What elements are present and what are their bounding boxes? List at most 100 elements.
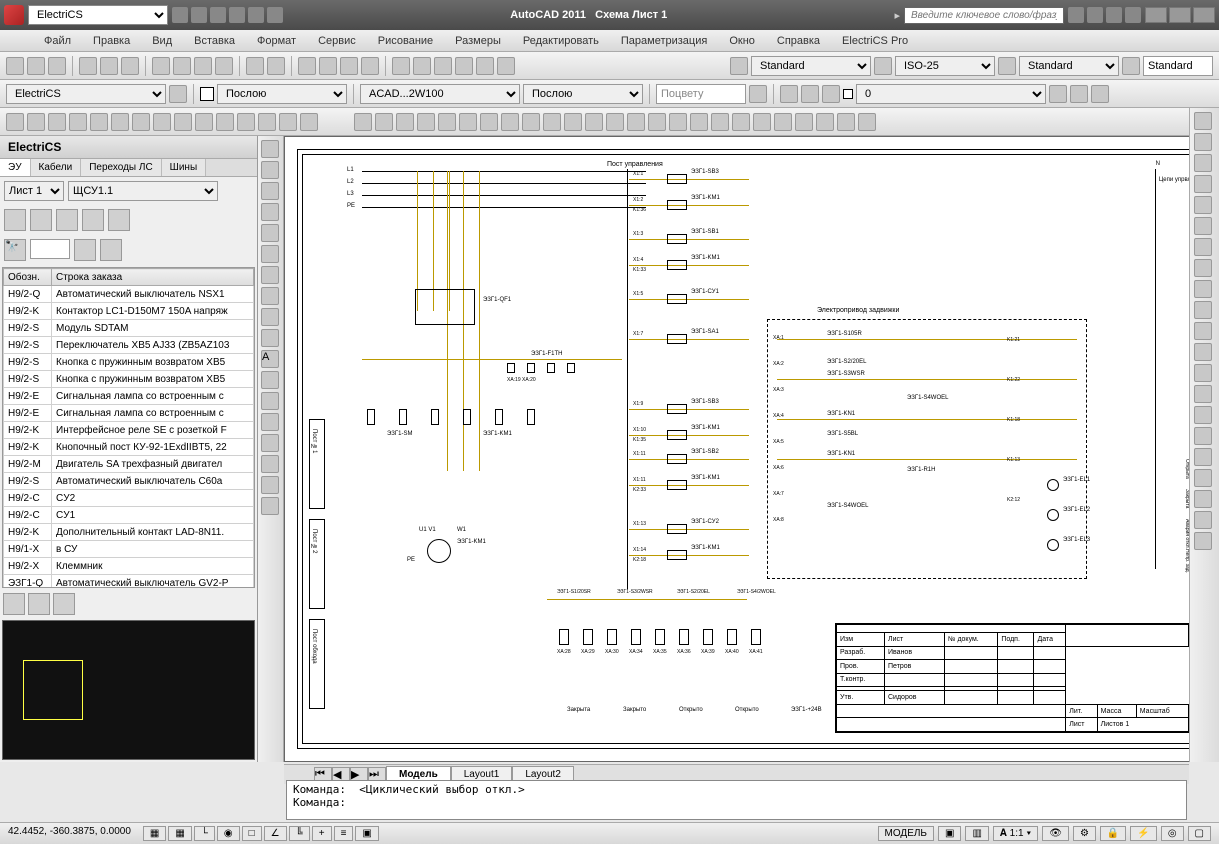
menu-draw[interactable]: Рисование (374, 33, 437, 49)
toolpalette-icon[interactable] (434, 57, 452, 75)
el-icon-33[interactable] (711, 113, 729, 131)
ellipse-icon[interactable] (261, 266, 279, 284)
menu-dimension[interactable]: Размеры (451, 33, 505, 49)
el-icon-30[interactable] (648, 113, 666, 131)
sheet-set-icon[interactable] (455, 57, 473, 75)
workspace-selector[interactable]: ElectriCS (28, 5, 168, 25)
search-icon[interactable] (1068, 7, 1084, 23)
menu-electrics[interactable]: ElectriCS Pro (838, 33, 912, 49)
isolate-objects[interactable]: ◎ (1161, 826, 1184, 841)
array-icon[interactable] (1194, 196, 1212, 214)
menu-edit[interactable]: Правка (89, 33, 134, 49)
pan-icon[interactable] (298, 57, 316, 75)
help-search-input[interactable] (904, 7, 1064, 24)
table-row[interactable]: H9/2-CCУ1 (4, 507, 254, 524)
mtext-icon[interactable] (261, 371, 279, 389)
toolbar-lock[interactable]: 🔒 (1100, 826, 1126, 841)
dyn-toggle[interactable]: + (312, 826, 332, 841)
ortho-toggle[interactable]: └ (194, 826, 215, 841)
quickview-drawings[interactable]: ▥ (965, 826, 988, 841)
save-icon[interactable] (210, 7, 226, 23)
join-icon[interactable] (1194, 364, 1212, 382)
el-icon-13[interactable] (258, 113, 276, 131)
open-icon[interactable] (27, 57, 45, 75)
match-icon[interactable] (215, 57, 233, 75)
rotate-icon[interactable] (1194, 238, 1212, 256)
redo-icon[interactable] (267, 57, 285, 75)
el-icon-22[interactable] (480, 113, 498, 131)
undo-icon[interactable] (229, 7, 245, 23)
menu-format[interactable]: Формат (253, 33, 300, 49)
menu-tools[interactable]: Сервис (314, 33, 360, 49)
print-icon[interactable] (267, 7, 283, 23)
designcenter-icon[interactable] (413, 57, 431, 75)
tab-cables[interactable]: Кабели (31, 159, 82, 176)
menu-window[interactable]: Окно (725, 33, 759, 49)
close-button[interactable] (1193, 7, 1215, 23)
table-row[interactable]: H9/2-KДополнительный контакт LAD-8N11. (4, 524, 254, 541)
el-icon-18[interactable] (396, 113, 414, 131)
calc-icon[interactable] (497, 57, 515, 75)
region-icon[interactable] (261, 434, 279, 452)
polar-toggle[interactable]: ◉ (217, 826, 240, 841)
menu-insert[interactable]: Вставка (190, 33, 239, 49)
command-window[interactable]: Команда: <Циклический выбор откл.> Коман… (286, 780, 1187, 820)
layer-freeze-icon[interactable] (780, 85, 798, 103)
dimstyle-icon[interactable] (874, 57, 892, 75)
layer-lock-icon[interactable] (822, 85, 840, 103)
view-detail-icon[interactable] (53, 593, 75, 615)
edit-pline-icon[interactable] (1194, 490, 1212, 508)
col-order[interactable]: Строка заказа (52, 269, 254, 286)
offset-icon[interactable] (1194, 175, 1212, 193)
extend-icon[interactable] (1194, 322, 1212, 340)
textstyle-icon[interactable] (730, 57, 748, 75)
table-row[interactable]: H9/2-KКнопочный пост КУ-92-1ExdIIBT5, 22 (4, 439, 254, 456)
text-style-select[interactable]: Standard (751, 56, 871, 76)
tablestyle-icon[interactable] (998, 57, 1016, 75)
mlstyle-icon[interactable] (1122, 57, 1140, 75)
table-row[interactable]: H9/2-SКнопка с пружинным возвратом XB5 (4, 371, 254, 388)
edit-spline-icon[interactable] (1194, 511, 1212, 529)
markup-icon[interactable] (476, 57, 494, 75)
el-icon-12[interactable] (237, 113, 255, 131)
hardware-accel[interactable]: ⚡ (1130, 826, 1156, 841)
el-icon-6[interactable] (111, 113, 129, 131)
hatch-icon[interactable] (261, 308, 279, 326)
table-row[interactable]: H9/2-SАвтоматический выключатель C60a (4, 473, 254, 490)
menu-view[interactable]: Вид (148, 33, 176, 49)
layer-iso-icon[interactable] (1070, 85, 1088, 103)
el-icon-16[interactable] (354, 113, 372, 131)
break-icon[interactable] (1194, 343, 1212, 361)
layer-props-icon[interactable] (749, 85, 767, 103)
fillet-icon[interactable] (1194, 406, 1212, 424)
table-row[interactable]: H9/2-SМодуль SDTAM (4, 320, 254, 337)
el-icon-8[interactable] (153, 113, 171, 131)
view-grid-icon[interactable] (28, 593, 50, 615)
el-icon-20[interactable] (438, 113, 456, 131)
el-icon-23[interactable] (501, 113, 519, 131)
el-icon-15[interactable] (300, 113, 318, 131)
grid-toggle[interactable]: ▦ (168, 826, 191, 841)
lengthen-icon[interactable] (1194, 469, 1212, 487)
table-row[interactable]: H9/2-QАвтоматический выключатель NSX1 (4, 286, 254, 303)
table-row[interactable]: ЭЗГ1-QАвтоматический выключатель GV2-P (4, 575, 254, 589)
table-row[interactable]: H9/2-EСигнальная лампа со встроенным с (4, 388, 254, 405)
search-field[interactable] (30, 239, 70, 259)
cut-icon[interactable] (152, 57, 170, 75)
binoculars-icon[interactable]: 🔭 (4, 239, 26, 261)
osnap-toggle[interactable]: □ (242, 826, 262, 841)
preview-icon[interactable] (100, 57, 118, 75)
annotation-visibility[interactable]: 👁 (1042, 826, 1069, 841)
tab-transitions[interactable]: Переходы ЛС (81, 159, 161, 176)
components-table[interactable]: Обозн. Строка заказа H9/2-QАвтоматически… (2, 267, 255, 588)
stretch-icon[interactable] (1194, 280, 1212, 298)
el-icon-37[interactable] (795, 113, 813, 131)
el-icon-40[interactable] (858, 113, 876, 131)
layer-states-icon[interactable] (1049, 85, 1067, 103)
table-row[interactable]: H9/2-SПереключатель XB5 AJ33 (ZB5AZ103 (4, 337, 254, 354)
el-icon-3[interactable] (48, 113, 66, 131)
align-icon[interactable] (1194, 448, 1212, 466)
add-icon[interactable] (56, 209, 78, 231)
chamfer-icon[interactable] (1194, 385, 1212, 403)
color-swatch[interactable] (200, 87, 214, 101)
